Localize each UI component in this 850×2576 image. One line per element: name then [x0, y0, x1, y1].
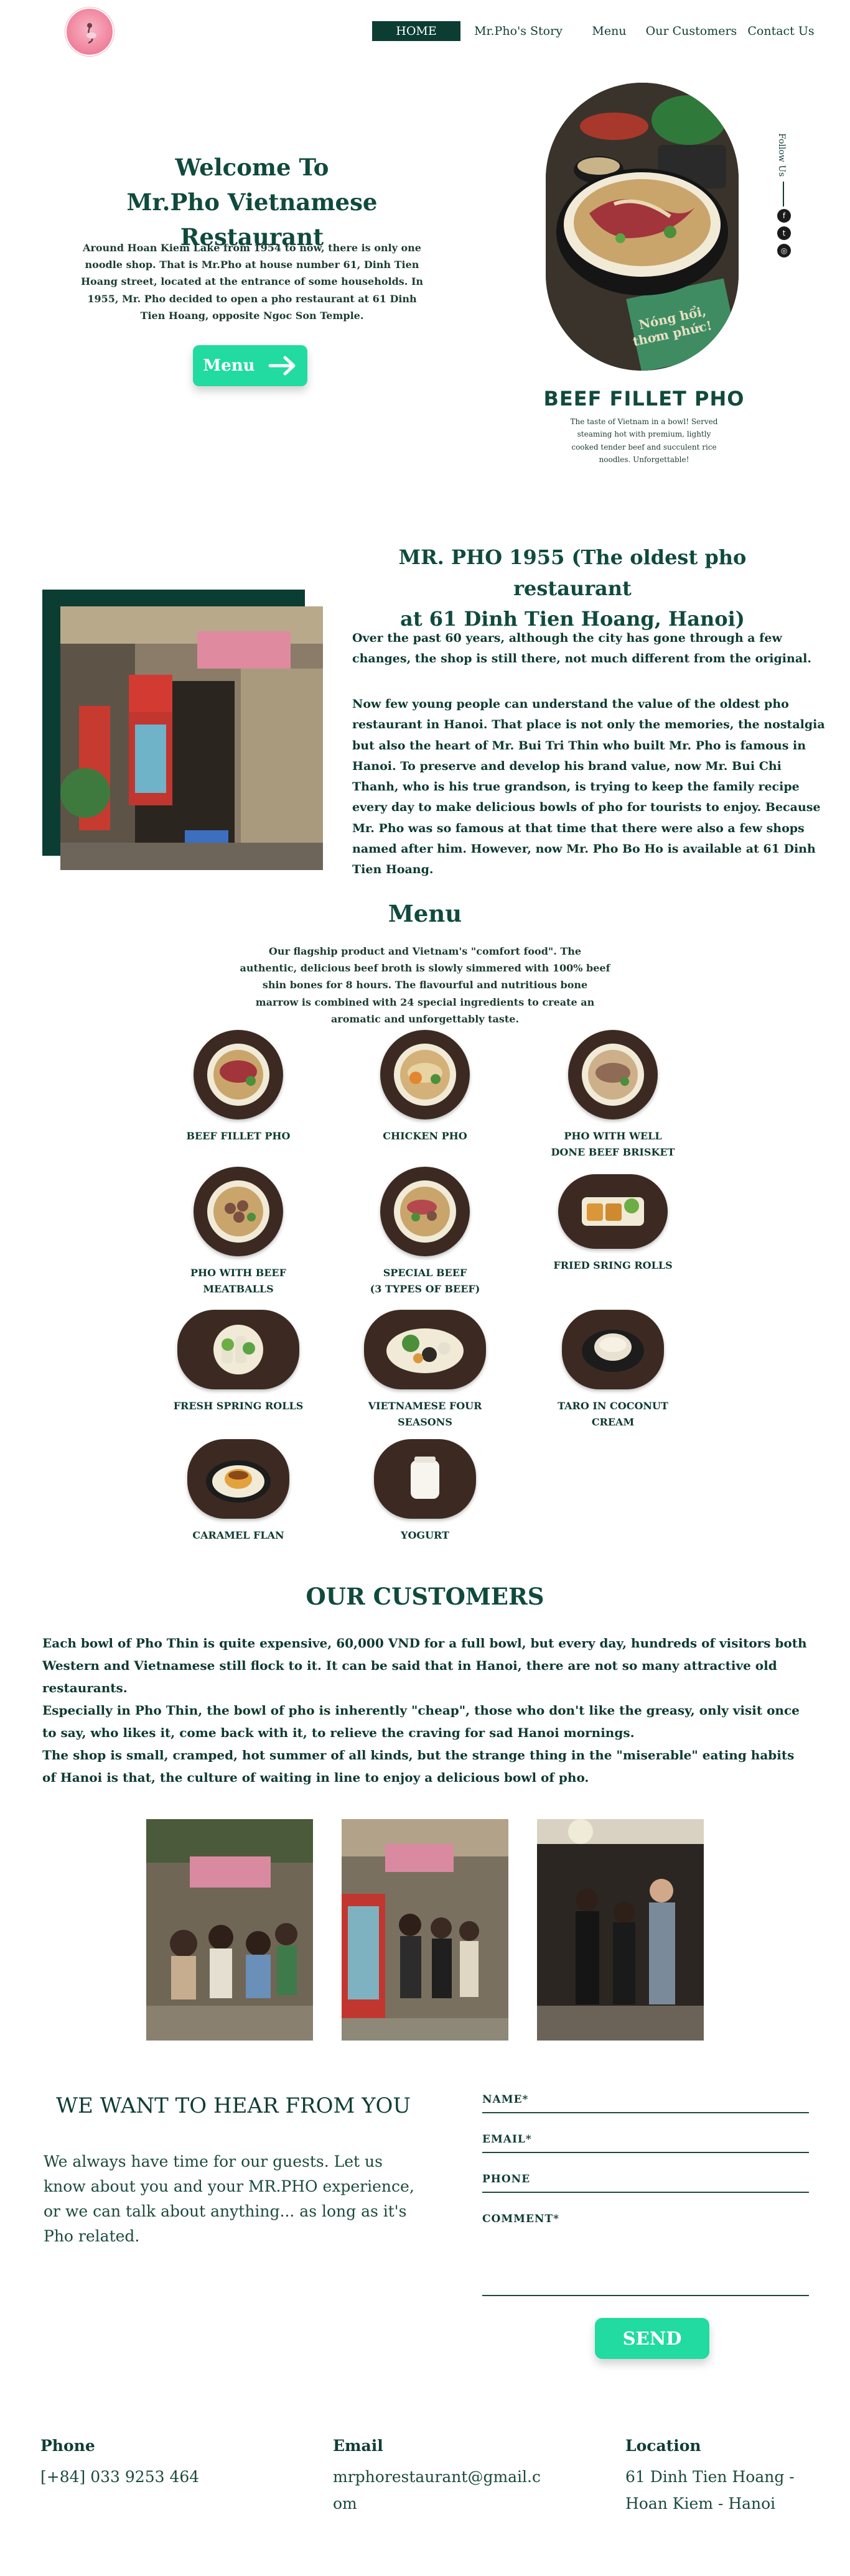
menu-item[interactable]: CHICKEN PHO: [347, 1030, 503, 1144]
dish-image: [194, 1030, 283, 1119]
menu-item[interactable]: YOGURT: [347, 1432, 503, 1544]
dish-name-line1: BEEF FILLET PHO: [186, 1130, 291, 1142]
footer-location-line1: 61 Dinh Tien Hoang -: [625, 2468, 795, 2486]
flamingo-icon: [86, 23, 96, 44]
nav-customers[interactable]: Our Customers: [643, 21, 739, 41]
nav-home[interactable]: HOME: [372, 21, 460, 41]
dish-name-line1: CHICKEN PHO: [383, 1130, 467, 1142]
footer-phone-heading: Phone: [40, 2437, 95, 2455]
footer-email-value[interactable]: mrphorestaurant@gmail.c om: [333, 2464, 541, 2517]
name-field-label: NAME*: [482, 2093, 529, 2106]
story-title-line1: MR. PHO 1955 (The oldest pho restaurant: [398, 545, 747, 600]
customer-photo: [537, 1819, 704, 2041]
menu-item[interactable]: SPECIAL BEEF (3 TYPES OF BEEF): [347, 1167, 503, 1297]
dish-image: [380, 1030, 470, 1119]
follow-divider: [783, 182, 784, 206]
comment-field-label: COMMENT*: [482, 2213, 560, 2225]
customers-section-title: OUR CUSTOMERS: [306, 1583, 544, 1610]
send-button[interactable]: SEND: [595, 2318, 709, 2359]
story-title: MR. PHO 1955 (The oldest pho restaurant …: [367, 542, 778, 635]
footer-location-heading: Location: [625, 2437, 701, 2455]
footer-email-heading: Email: [333, 2437, 383, 2455]
follow-us-panel: Follow Us f t ◎: [777, 133, 792, 257]
dish-image: [380, 1167, 470, 1256]
dish-name-line1: FRIED SRING ROLLS: [553, 1259, 673, 1271]
menu-item[interactable]: PHO WITH BEEF MEATBALLS: [161, 1167, 316, 1297]
instagram-icon[interactable]: ◎: [777, 244, 791, 257]
phone-field[interactable]: [482, 2192, 809, 2193]
menu-button-label: Menu: [203, 356, 255, 375]
dish-name-line1: YOGURT: [401, 1529, 449, 1541]
follow-us-label: Follow Us: [777, 133, 787, 177]
name-field[interactable]: [482, 2112, 809, 2113]
menu-item[interactable]: FRIED SRING ROLLS: [535, 1167, 691, 1274]
customers-text: Each bowl of Pho Thin is quite expensive…: [42, 1632, 810, 1789]
customer-photo: [146, 1819, 313, 2041]
customers-paragraph-2: Especially in Pho Thin, the bowl of pho …: [42, 1703, 800, 1740]
customers-paragraph-1: Each bowl of Pho Thin is quite expensive…: [42, 1636, 807, 1695]
dish-image: [177, 1310, 299, 1389]
menu-item[interactable]: TARO IN COCONUT CREAM: [535, 1302, 691, 1430]
dish-name-line1: PHO WITH BEEF: [190, 1267, 286, 1279]
twitter-icon[interactable]: t: [777, 226, 791, 240]
nav-menu[interactable]: Menu: [575, 21, 643, 41]
menu-item[interactable]: VIETNAMESE FOUR SEASONS: [347, 1302, 503, 1430]
dish-image: [374, 1439, 476, 1519]
dish-name-line1: FRESH SPRING ROLLS: [173, 1400, 304, 1412]
dish-name-line1: PHO WITH WELL: [564, 1130, 662, 1142]
customers-paragraph-3: The shop is small, cramped, hot summer o…: [42, 1748, 795, 1785]
dish-name-line1: VIETNAMESE FOUR SEASONS: [368, 1400, 482, 1428]
hero-pho-image: Nóng hổi, thơm phức!: [546, 83, 739, 371]
contact-section-title: WE WANT TO HEAR FROM YOU: [56, 2093, 411, 2118]
dish-name-line2: (3 TYPES OF BEEF): [370, 1282, 480, 1295]
phone-field-label: PHONE: [482, 2173, 531, 2185]
contact-intro-text: We always have time for our guests. Let …: [44, 2152, 414, 2245]
dish-name-line1: SPECIAL BEEF: [383, 1267, 467, 1279]
story-paragraph-2: Now few young people can understand the …: [352, 697, 825, 876]
dish-name-line1: CARAMEL FLAN: [192, 1529, 284, 1541]
menu-item[interactable]: FRESH SPRING ROLLS: [161, 1302, 316, 1414]
menu-item[interactable]: CARAMEL FLAN: [161, 1432, 316, 1544]
dish-image: [364, 1310, 486, 1389]
menu-intro-text: Our flagship product and Vietnam's "comf…: [240, 945, 610, 1025]
nav-contact[interactable]: Contact Us: [739, 21, 823, 41]
dish-name-line1: TARO IN COCONUT CREAM: [558, 1400, 668, 1428]
restaurant-logo[interactable]: [65, 7, 114, 56]
story-paragraph-1: Over the past 60 years, although the cit…: [352, 631, 811, 666]
dish-image: [558, 1174, 668, 1249]
menu-button[interactable]: Menu: [193, 345, 307, 386]
footer-email-line2: om: [333, 2494, 357, 2513]
email-field[interactable]: [482, 2152, 809, 2153]
footer-email-line1: mrphorestaurant@gmail.c: [333, 2468, 541, 2486]
hero-title-line1: Welcome To: [175, 154, 329, 181]
footer-phone-value[interactable]: [+84] 033 9253 464: [40, 2464, 199, 2491]
arrow-right-icon: [268, 356, 296, 376]
featured-dish-title: BEEF FILLET PHO: [543, 387, 745, 410]
storefront-photo: [60, 606, 323, 870]
customer-photo: [342, 1819, 508, 2041]
menu-item[interactable]: BEEF FILLET PHO: [161, 1030, 316, 1144]
dish-image: [194, 1167, 283, 1256]
footer-location-line2: Hoan Kiem - Hanoi: [625, 2494, 776, 2513]
hero-intro-text: Around Hoan Kiem Lake from 1954 to now, …: [80, 242, 424, 322]
email-field-label: EMAIL*: [482, 2133, 532, 2146]
dish-image: [568, 1030, 658, 1119]
dish-image: [187, 1439, 289, 1519]
featured-dish-description: The taste of Vietnam in a bowl! Served s…: [570, 417, 718, 465]
comment-field[interactable]: [482, 2295, 809, 2296]
menu-item[interactable]: PHO WITH WELL DONE BEEF BRISKET: [535, 1030, 691, 1160]
nav-story[interactable]: Mr.Pho's Story: [462, 21, 575, 41]
dish-name-line2: MEATBALLS: [203, 1282, 274, 1295]
dish-image: [562, 1310, 664, 1389]
facebook-icon[interactable]: f: [777, 209, 791, 223]
menu-section-title: Menu: [388, 900, 462, 927]
dish-name-line2: DONE BEEF BRISKET: [551, 1146, 675, 1158]
footer-location-value: 61 Dinh Tien Hoang - Hoan Kiem - Hanoi: [625, 2464, 795, 2517]
